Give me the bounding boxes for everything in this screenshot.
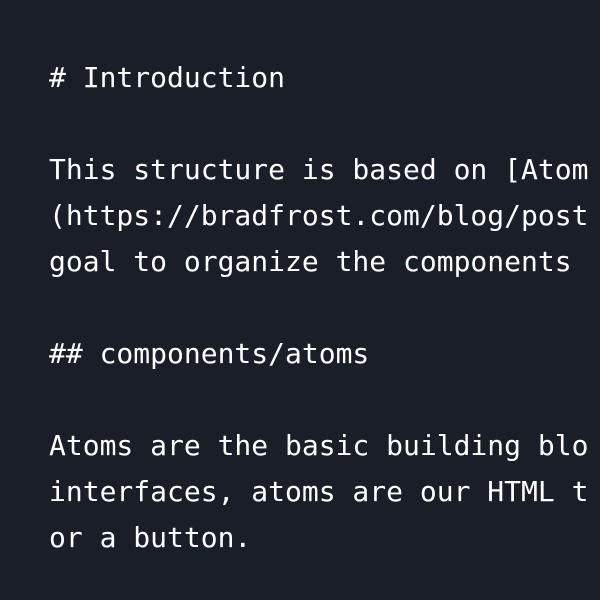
paragraph-line-5: interfaces, atoms are our HTML t xyxy=(49,475,589,508)
heading-components-atoms: ## components/atoms xyxy=(49,337,370,370)
paragraph-line-1: This structure is based on [Atom xyxy=(49,153,589,186)
paragraph-line-3: goal to organize the components xyxy=(49,245,572,278)
markdown-editor-viewport[interactable]: # Introduction This structure is based o… xyxy=(0,0,600,600)
heading-introduction: # Introduction xyxy=(49,61,286,94)
paragraph-line-4: Atoms are the basic building blo xyxy=(49,429,589,462)
paragraph-line-2: (https://bradfrost.com/blog/post xyxy=(49,199,589,232)
paragraph-line-6: or a button. xyxy=(49,521,252,554)
